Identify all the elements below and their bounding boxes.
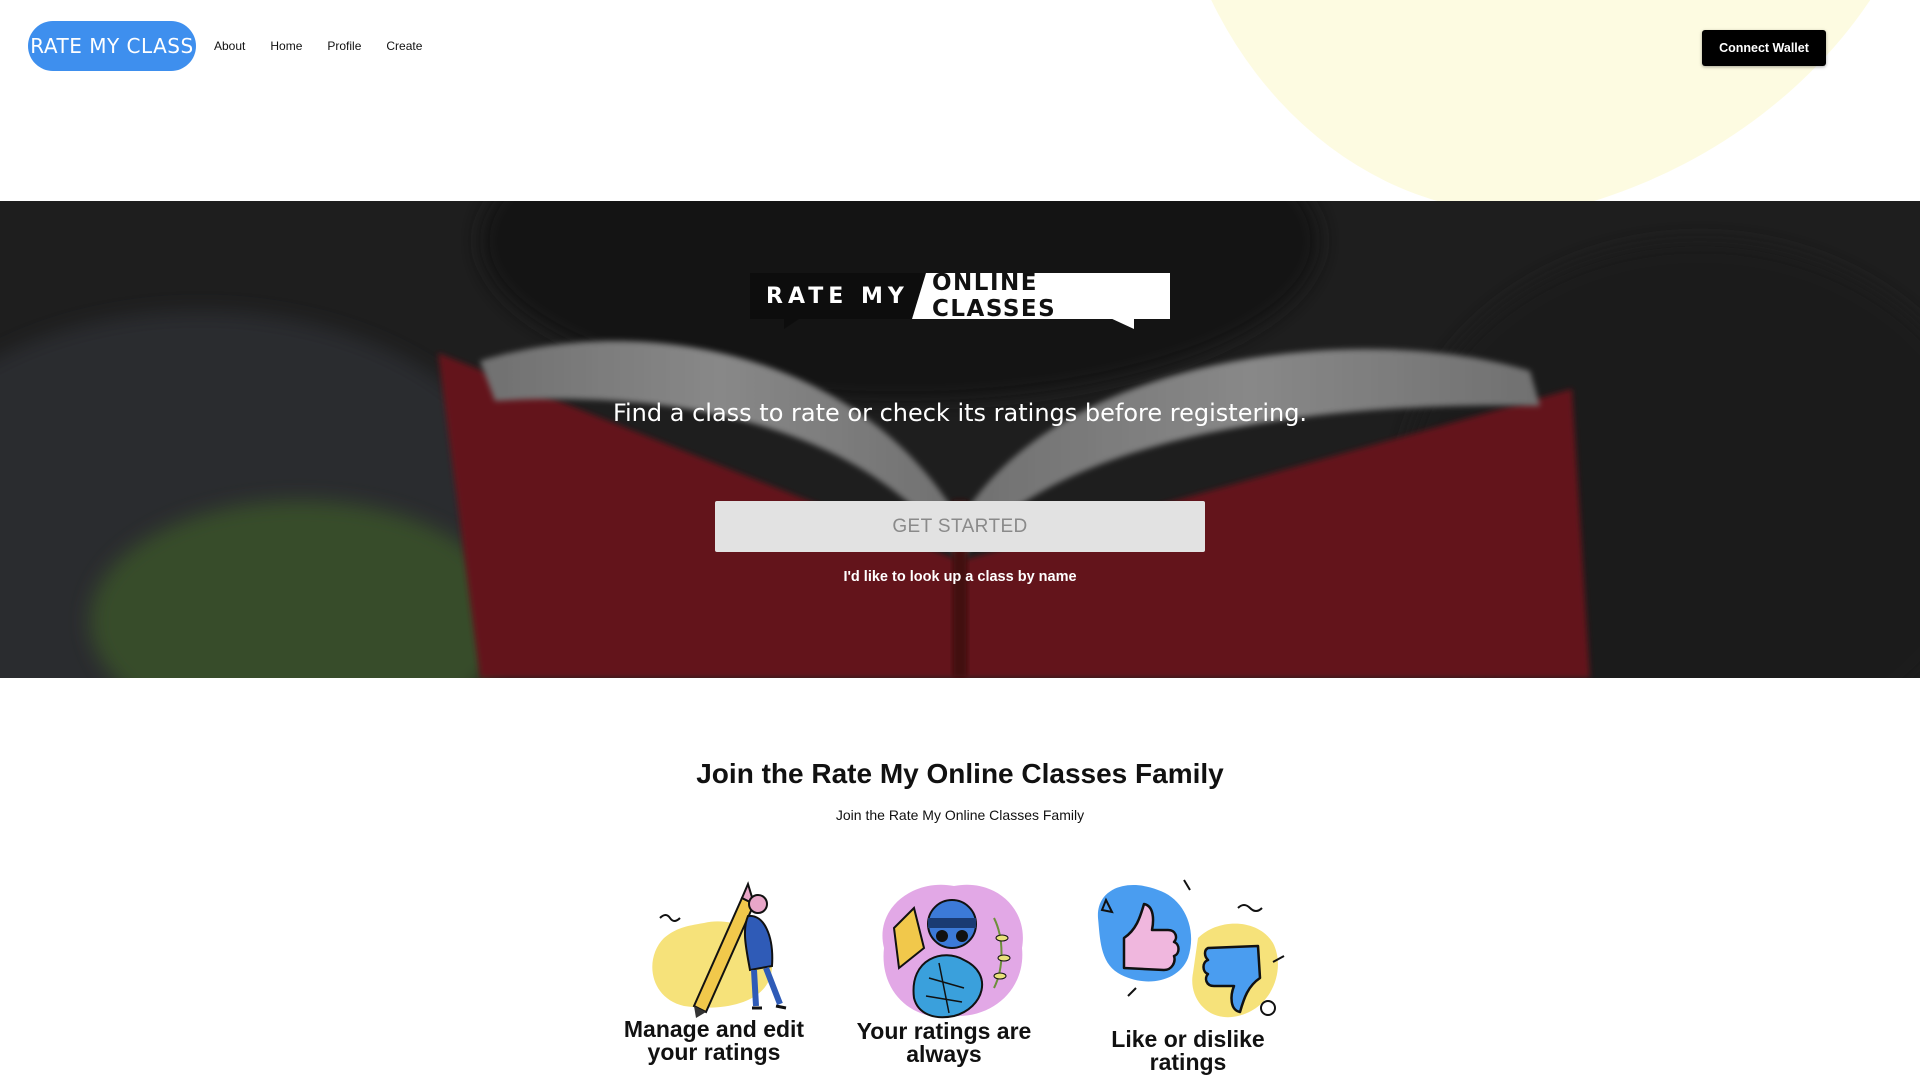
feature-like-dislike: Like or dislike ratings <box>1078 878 1298 1074</box>
connect-wallet-button[interactable]: Connect Wallet <box>1702 30 1826 66</box>
brand-banner-left: RATE MY <box>750 273 925 319</box>
feature-manage-ratings: Manage and edit your ratings <box>604 878 824 1064</box>
feature-label-anonymous: Your ratings are always <box>856 1018 1032 1067</box>
lookup-class-link[interactable]: I'd like to look up a class by name <box>0 569 1920 585</box>
brand-banner-right-tail <box>1108 317 1134 329</box>
nav-link-home[interactable]: Home <box>270 39 302 53</box>
nav-link-about[interactable]: About <box>214 39 245 53</box>
join-section-subtitle: Join the Rate My Online Classes Family <box>835 807 1085 823</box>
pencil-person-icon <box>652 881 787 1018</box>
main-nav: About Home Profile Create <box>214 39 447 53</box>
hero-section: RATE MY ONLINE CLASSES Find a class to r… <box>0 201 1920 678</box>
brand-banner: RATE MY ONLINE CLASSES <box>750 273 1172 331</box>
feature-label-like: Like or dislike ratings <box>1111 1026 1265 1075</box>
feature-anonymous-ratings: Your ratings are always <box>834 878 1054 1066</box>
anonymous-person-icon <box>882 884 1023 1019</box>
feature-label-manage: Manage and edit your ratings <box>623 1016 805 1065</box>
site-logo[interactable]: RATE MY CLASS <box>28 21 196 71</box>
nav-link-create[interactable]: Create <box>386 39 422 53</box>
brand-banner-left-tail <box>784 317 802 329</box>
site-header: RATE MY CLASS About Home Profile Create … <box>0 0 1920 201</box>
join-section-title: Join the Rate My Online Classes Family <box>696 758 1224 789</box>
thumbs-up-down-icon <box>1097 879 1285 1018</box>
get-started-button[interactable]: GET STARTED <box>715 501 1205 552</box>
hero-content: RATE MY ONLINE CLASSES Find a class to r… <box>0 201 1920 678</box>
nav-link-profile[interactable]: Profile <box>327 39 361 53</box>
hero-tagline: Find a class to rate or check its rating… <box>612 399 1308 427</box>
brand-banner-right: ONLINE CLASSES <box>912 273 1170 319</box>
